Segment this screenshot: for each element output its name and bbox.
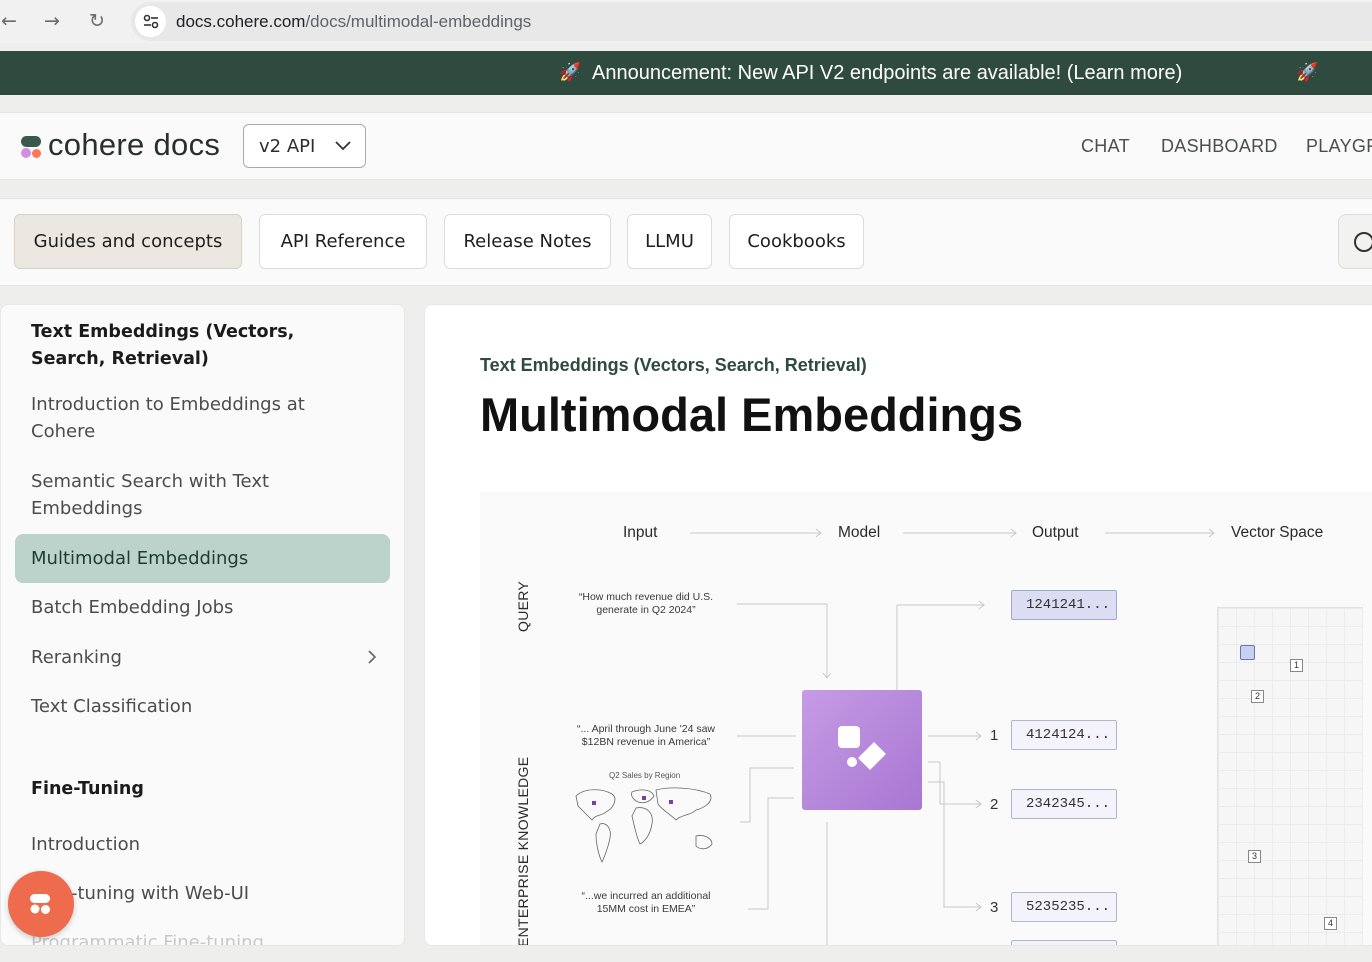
sidebar-section-title[interactable]: Text Embeddings (Vectors, Search, Retrie…	[31, 319, 361, 373]
vector-point-2: 2	[1251, 690, 1264, 703]
reload-icon[interactable]: ↻	[84, 8, 110, 34]
query-text: “How much revenue did U.S. generate in Q…	[578, 591, 714, 616]
announcement-text[interactable]: Announcement: New API V2 endpoints are a…	[592, 62, 1182, 85]
world-map-icon	[575, 787, 713, 863]
url-text[interactable]: docs.cohere.com/docs/multimodal-embeddin…	[176, 12, 531, 32]
vector-number-1: 1	[990, 727, 999, 744]
browser-toolbar: ← → ↻ docs.cohere.com/docs/multimodal-em…	[0, 0, 1372, 43]
doc-cost-text: “...we incurred an additional 15MM cost …	[581, 890, 711, 915]
sidebar-item-programmatic-fine-tuning[interactable]: Programmatic Fine-tuning	[31, 929, 361, 945]
chevron-right-icon[interactable]	[367, 650, 377, 664]
site-header: cohere docs v2 API CHAT DASHBOARD PLAYGR	[0, 112, 1372, 180]
tab-api-reference[interactable]: API Reference	[259, 214, 427, 269]
col-input-label: Input	[623, 524, 658, 541]
vector-point-4: 4	[1324, 917, 1337, 930]
page-title: Multimodal Embeddings	[480, 388, 1024, 441]
breadcrumb[interactable]: Text Embeddings (Vectors, Search, Retrie…	[480, 355, 867, 376]
cohere-chat-icon	[30, 894, 50, 914]
sidebar-item-multimodal-embeddings[interactable]: Multimodal Embeddings	[31, 545, 361, 572]
nav-playground[interactable]: PLAYGR	[1306, 136, 1372, 157]
chat-assistant-button[interactable]	[8, 871, 74, 937]
multimodal-diagram: Input Model Output Vector Space QUERY EN…	[480, 492, 1372, 946]
tab-cookbooks[interactable]: Cookbooks	[729, 214, 864, 269]
sidebar-item-semantic-search[interactable]: Semantic Search with Text Embeddings	[31, 468, 321, 522]
tab-llmu[interactable]: LLMU	[627, 214, 712, 269]
section-tabs: Guides and concepts API Reference Releas…	[0, 198, 1372, 286]
sidebar-item-batch-embedding[interactable]: Batch Embedding Jobs	[31, 594, 361, 621]
rocket-icon: 🚀	[1296, 62, 1319, 83]
logo-text[interactable]: cohere docs	[48, 127, 220, 163]
doc-vector-4	[1011, 940, 1117, 945]
doc-vector-1: 4124124...	[1011, 720, 1117, 750]
rocket-icon: 🚀	[559, 62, 582, 83]
sidebar-item-introduction[interactable]: Introduction	[31, 831, 361, 858]
vector-point-1: 1	[1290, 659, 1303, 672]
query-label: QUERY	[515, 580, 531, 632]
sidebar-item-reranking[interactable]: Reranking	[31, 644, 361, 671]
query-vector: 1241241...	[1011, 590, 1117, 620]
tab-release-notes[interactable]: Release Notes	[444, 214, 611, 269]
vector-point-3: 3	[1248, 850, 1261, 863]
vector-space-grid: 1 2 3 4	[1217, 607, 1363, 945]
enterprise-knowledge-label: ENTERPRISE KNOWLEDGE	[515, 756, 531, 946]
sidebar-item-intro-embeddings[interactable]: Introduction to Embeddings at Cohere	[31, 391, 341, 445]
vector-number-2: 2	[990, 796, 999, 813]
embedding-model-box	[802, 690, 922, 810]
version-label: v2 API	[259, 136, 316, 157]
sidebar: Text Embeddings (Vectors, Search, Retrie…	[0, 304, 405, 946]
map-title: Q2 Sales by Region	[609, 771, 681, 780]
site-settings-icon[interactable]	[135, 6, 166, 37]
version-selector[interactable]: v2 API	[243, 124, 366, 168]
nav-chat[interactable]: CHAT	[1081, 136, 1130, 157]
sidebar-section-fine-tuning[interactable]: Fine-Tuning	[31, 776, 361, 803]
col-output-label: Output	[1032, 524, 1079, 541]
col-model-label: Model	[838, 524, 881, 541]
search-button[interactable]	[1338, 214, 1372, 269]
main-content: Text Embeddings (Vectors, Search, Retrie…	[424, 304, 1372, 946]
col-vector-space-label: Vector Space	[1231, 524, 1324, 541]
address-bar[interactable]: docs.cohere.com/docs/multimodal-embeddin…	[131, 2, 1372, 41]
back-icon[interactable]: ←	[0, 8, 22, 34]
doc-vector-3: 5235235...	[1011, 892, 1117, 922]
query-point	[1240, 645, 1255, 660]
doc-vector-2: 2342345...	[1011, 789, 1117, 819]
sidebar-item-text-classification[interactable]: Text Classification	[31, 693, 361, 720]
announcement-bar[interactable]: 🚀 Announcement: New API V2 endpoints are…	[0, 51, 1372, 95]
doc-revenue-text: “... April through June '24 saw $12BN re…	[577, 723, 715, 748]
sidebar-item-fine-tuning-web-ui[interactable]: -tuning with Web-UI	[71, 880, 401, 907]
cohere-logo-icon[interactable]	[19, 135, 43, 159]
vector-number-3: 3	[990, 899, 999, 916]
search-icon	[1354, 232, 1372, 252]
model-shapes-icon	[838, 726, 886, 770]
tab-guides-and-concepts[interactable]: Guides and concepts	[14, 214, 242, 269]
nav-dashboard[interactable]: DASHBOARD	[1161, 136, 1278, 157]
chevron-down-icon	[335, 141, 351, 151]
forward-icon[interactable]: →	[39, 8, 65, 34]
